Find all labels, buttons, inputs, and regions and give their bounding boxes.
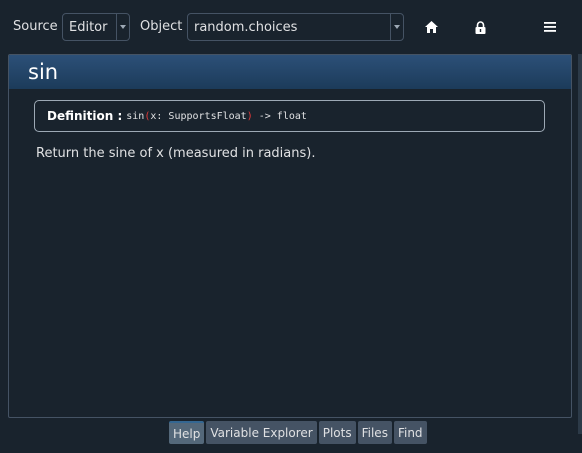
source-label: Source [13, 19, 58, 34]
tab-plots[interactable]: Plots [318, 421, 356, 444]
tab-variable-explorer[interactable]: Variable Explorer [206, 421, 317, 444]
home-icon [424, 21, 438, 33]
help-window: Source Editor Object random.choices sin … [0, 0, 582, 453]
signature-name: sin [126, 110, 145, 122]
object-value[interactable]: random.choices [188, 20, 390, 35]
chevron-down-icon[interactable] [390, 14, 403, 40]
lock-icon [475, 20, 485, 34]
tab-help[interactable]: Help [169, 421, 205, 444]
source-value: Editor [69, 19, 108, 35]
definition-label: Definition : [47, 109, 123, 123]
options-menu-button[interactable] [540, 17, 560, 37]
definition-box: Definition : sin(x: SupportsFloat) -> fl… [34, 100, 545, 132]
chevron-down-icon[interactable] [116, 14, 129, 40]
pane-tab-bar: Help Variable Explorer Plots Files Find [169, 421, 429, 444]
help-title-bar: sin [9, 55, 571, 89]
window-edge [578, 54, 582, 434]
page-title: sin [28, 60, 59, 84]
source-combobox[interactable]: Editor [62, 13, 130, 41]
menu-icon [544, 22, 556, 32]
object-label: Object [140, 19, 183, 34]
signature: sin(x: SupportsFloat) -> float [126, 111, 307, 122]
signature-params: x: SupportsFloat [150, 110, 247, 122]
lock-button[interactable] [470, 17, 490, 37]
signature-returns: -> float [252, 110, 307, 122]
tab-files[interactable]: Files [357, 421, 392, 444]
object-combobox[interactable]: random.choices [187, 13, 404, 41]
help-content-pane[interactable]: sin Definition : sin(x: SupportsFloat) -… [8, 54, 572, 418]
tab-find[interactable]: Find [393, 421, 427, 444]
home-button[interactable] [421, 17, 441, 37]
help-toolbar: Source Editor Object random.choices [0, 0, 582, 54]
help-description: Return the sine of x (measured in radian… [36, 146, 316, 161]
